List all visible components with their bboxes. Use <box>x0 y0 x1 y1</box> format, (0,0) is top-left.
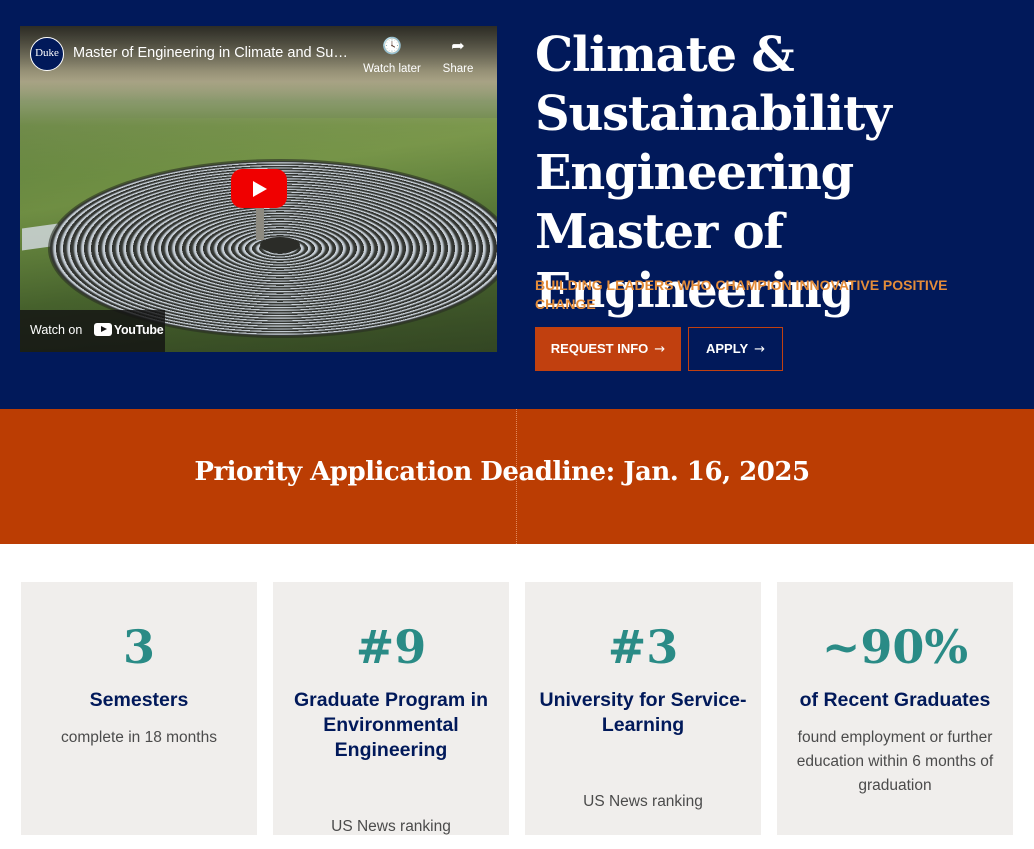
arrow-right-icon: → <box>654 342 666 357</box>
youtube-icon <box>93 323 112 336</box>
request-info-button[interactable]: REQUEST INFO → <box>535 327 681 371</box>
stat-description: US News ranking <box>331 818 451 835</box>
stat-card-service-learning-ranking: #3 University for Service-Learning US Ne… <box>525 582 761 835</box>
apply-label: APPLY <box>705 341 749 356</box>
channel-logo[interactable]: Duke <box>30 37 64 71</box>
stat-value: 3 <box>122 620 155 674</box>
watch-on-youtube-button[interactable]: Watch on YouTube <box>20 310 165 352</box>
stat-heading: of Recent Graduates <box>799 689 991 711</box>
watch-later-button[interactable]: 🕓 Watch later <box>360 36 424 75</box>
clock-icon: 🕓 <box>382 38 402 55</box>
deadline-banner: Priority Application Deadline: Jan. 16, … <box>0 409 1034 544</box>
stat-description: US News ranking <box>583 793 703 810</box>
arrow-right-icon: → <box>754 342 766 357</box>
request-info-label: REQUEST INFO <box>550 341 649 356</box>
apply-button[interactable]: APPLY → <box>688 327 783 371</box>
stat-card-environmental-ranking: #9 Graduate Program in Environmental Eng… <box>273 582 509 835</box>
share-label: Share <box>442 63 474 75</box>
share-button[interactable]: ➦ Share <box>426 36 490 75</box>
stat-value: ~90% <box>821 620 969 674</box>
share-arrow-icon: ➦ <box>451 38 465 55</box>
stat-description: found employment or further education wi… <box>796 729 994 794</box>
stat-heading: University for Service-Learning <box>539 689 747 736</box>
stat-card-graduates: ~90% of Recent Graduates found employmen… <box>777 582 1013 835</box>
video-player[interactable]: Duke Master of Engineering in Climate an… <box>20 26 497 352</box>
stat-description: complete in 18 months <box>61 729 217 746</box>
stat-value: #9 <box>355 620 427 674</box>
stat-heading: Graduate Program in Environmental Engine… <box>294 689 488 761</box>
watch-on-label: Watch on <box>30 323 83 337</box>
deadline-text: Priority Application Deadline: Jan. 16, … <box>194 457 810 487</box>
stat-value: #3 <box>607 620 679 674</box>
youtube-logo: YouTube <box>93 323 164 337</box>
watch-later-label: Watch later <box>363 63 421 75</box>
stats-section: 3 Semesters complete in 18 months #9 Gra… <box>0 544 1034 849</box>
play-button[interactable] <box>231 169 287 208</box>
hero-section: Duke Master of Engineering in Climate an… <box>0 0 1034 409</box>
video-title[interactable]: Master of Engineering in Climate and Sus… <box>73 45 355 61</box>
stat-heading: Semesters <box>89 689 189 711</box>
page-tagline: Building leaders who champion innovative… <box>535 277 948 312</box>
stat-card-semesters: 3 Semesters complete in 18 months <box>21 582 257 835</box>
